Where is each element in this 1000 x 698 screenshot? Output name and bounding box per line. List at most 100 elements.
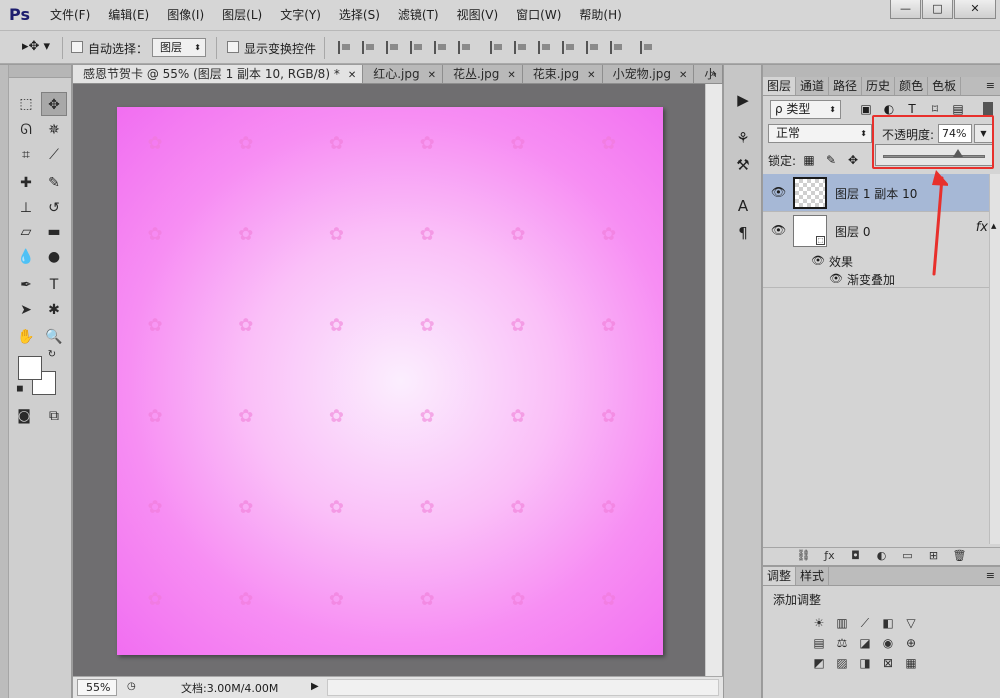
lock-transparency-icon[interactable]: ▦ xyxy=(802,153,816,167)
eraser-tool-icon[interactable]: ▱ xyxy=(13,220,39,244)
doc-tab-greeting-card[interactable]: 感恩节贺卡 @ 55% (图层 1 副本 10, RGB/8) * ✕ xyxy=(73,65,364,83)
align-top-icon[interactable] xyxy=(338,41,353,54)
distribute-right-icon[interactable] xyxy=(610,41,625,54)
opacity-input[interactable]: 74% xyxy=(938,124,972,143)
menu-help[interactable]: 帮助(H) xyxy=(579,0,630,31)
tab-swatches[interactable]: 色板 xyxy=(928,77,962,95)
menu-file[interactable]: 文件(F) xyxy=(50,0,99,31)
move-tool-icon[interactable]: ✥ xyxy=(41,92,67,116)
quick-mask-icon[interactable]: ◙ xyxy=(11,404,37,428)
layer-row[interactable]: 👁 ⬚ 图层 0 fx xyxy=(763,212,1000,250)
visibility-eye-icon[interactable]: 👁 xyxy=(771,186,787,198)
panel-dock-header[interactable] xyxy=(762,65,1000,77)
color-balance-icon[interactable]: ⚖ xyxy=(834,635,850,651)
auto-select-checkbox[interactable] xyxy=(71,41,83,53)
levels-icon[interactable]: ▥ xyxy=(834,615,850,631)
status-info-icon[interactable]: ◷ xyxy=(127,681,136,692)
close-tab-icon[interactable]: ✕ xyxy=(428,70,436,81)
shape-filter-icon[interactable]: ⌑ xyxy=(928,102,942,116)
status-menu-arrow-icon[interactable]: ▶ xyxy=(311,681,319,692)
layer-list-scrollbar[interactable]: ▲ xyxy=(989,174,1000,544)
tab-history[interactable]: 历史 xyxy=(862,77,896,95)
zoom-level-field[interactable]: 55% xyxy=(77,679,117,696)
canvas-area[interactable]: ✿ ✿ ✿ ✿ ✿ ✿ ✿ ✿ ✿ ✿ ✿ ✿ ✿ ✿ ✿ ✿ ✿ ✿ ✿ ✿ ✿ ✿ ✿ ✿ ✿ ✿ ✿ ✿ ✿ ✿ ✿ ✿ ✿ ✿ ✿ ✿ xyxy=(73,84,705,676)
opacity-slider-thumb[interactable] xyxy=(953,149,964,157)
menu-window[interactable]: 窗口(W) xyxy=(516,0,570,31)
menu-edit[interactable]: 编辑(E) xyxy=(108,0,158,31)
close-tab-icon[interactable]: ✕ xyxy=(679,70,687,81)
document-horizontal-scrollbar[interactable] xyxy=(327,679,719,696)
gradient-map-icon[interactable]: ▦ xyxy=(903,655,919,671)
visibility-eye-icon[interactable]: 👁 xyxy=(811,254,825,267)
dodge-tool-icon[interactable]: ● xyxy=(41,245,67,269)
close-button[interactable]: ✕ xyxy=(954,0,996,19)
menu-image[interactable]: 图像(I) xyxy=(167,0,213,31)
history-brush-tool-icon[interactable]: ↺ xyxy=(41,196,67,220)
align-hcenter-icon[interactable] xyxy=(434,41,449,54)
healing-brush-tool-icon[interactable]: ✚ xyxy=(13,171,39,195)
auto-select-target-select[interactable]: 图层 ⬍ xyxy=(152,38,206,57)
blend-mode-select[interactable]: 正常 ⬍ xyxy=(768,124,872,143)
align-left-icon[interactable] xyxy=(410,41,425,54)
tool-presets-icon[interactable]: ⚒ xyxy=(732,154,754,176)
hand-tool-icon[interactable]: ✋ xyxy=(13,325,39,349)
stamp-tool-icon[interactable]: ⊥ xyxy=(13,196,39,220)
pen-tool-icon[interactable]: ✒ xyxy=(13,273,39,297)
tab-color[interactable]: 颜色 xyxy=(895,77,929,95)
layer-name[interactable]: 图层 1 副本 10 xyxy=(835,185,917,202)
threshold-icon[interactable]: ◨ xyxy=(857,655,873,671)
effect-item-row[interactable]: 👁 渐变叠加 xyxy=(763,268,1000,288)
toolbox-header[interactable] xyxy=(9,65,71,78)
effects-row[interactable]: 👁 效果 xyxy=(763,250,1000,269)
new-group-icon[interactable]: ▭ xyxy=(900,548,916,564)
show-transform-checkbox[interactable] xyxy=(227,41,239,53)
distribute-hcenter-icon[interactable] xyxy=(586,41,601,54)
black-white-icon[interactable]: ◪ xyxy=(857,635,873,651)
doc-tab-pet[interactable]: 小宠物.jpg ✕ xyxy=(603,65,695,83)
exposure-icon[interactable]: ◧ xyxy=(880,615,896,631)
doc-tab-heart[interactable]: 红心.jpg ✕ xyxy=(363,65,443,83)
align-right-icon[interactable] xyxy=(458,41,473,54)
close-tab-icon[interactable]: ✕ xyxy=(348,70,356,81)
visibility-eye-icon[interactable]: 👁 xyxy=(829,272,843,285)
tab-adjustments[interactable]: 调整 xyxy=(763,567,797,585)
link-layers-icon[interactable]: ⛓ xyxy=(796,548,812,564)
brush-presets-icon[interactable]: ⚘ xyxy=(732,127,754,149)
lock-pixels-icon[interactable]: ✎ xyxy=(824,153,838,167)
selective-color-icon[interactable]: ⊠ xyxy=(880,655,896,671)
maximize-button[interactable]: □ xyxy=(922,0,953,19)
tab-paths[interactable]: 路径 xyxy=(829,77,863,95)
tab-styles[interactable]: 样式 xyxy=(796,567,830,585)
blur-tool-icon[interactable]: 💧 xyxy=(13,245,39,269)
panel-menu-icon[interactable]: ≡ xyxy=(986,569,995,582)
invert-icon[interactable]: ◩ xyxy=(811,655,827,671)
distribute-top-icon[interactable] xyxy=(490,41,505,54)
auto-align-icon[interactable] xyxy=(640,41,655,54)
channel-mixer-icon[interactable]: ⊕ xyxy=(903,635,919,651)
doc-tab-truncated[interactable]: 小 xyxy=(694,65,723,83)
posterize-icon[interactable]: ▨ xyxy=(834,655,850,671)
scroll-up-arrow-icon[interactable]: ▲ xyxy=(991,222,996,230)
more-tabs-icon[interactable]: » xyxy=(710,65,717,83)
layer-row[interactable]: 👁 图层 1 副本 10 xyxy=(763,174,1000,212)
move-tool-preset-icon[interactable]: ▸✥ ▾ xyxy=(22,39,50,54)
shape-tool-icon[interactable]: ✱ xyxy=(41,298,67,322)
menu-type[interactable]: 文字(Y) xyxy=(280,0,330,31)
tab-layers[interactable]: 图层 xyxy=(763,77,797,95)
eyedropper-tool-icon[interactable]: ⟋ xyxy=(41,143,67,167)
foreground-color-swatch[interactable] xyxy=(18,356,42,380)
menu-select[interactable]: 选择(S) xyxy=(339,0,389,31)
distribute-bottom-icon[interactable] xyxy=(538,41,553,54)
paragraph-panel-icon[interactable]: ¶ xyxy=(732,222,754,244)
hue-saturation-icon[interactable]: ▤ xyxy=(811,635,827,651)
gradient-tool-icon[interactable]: ▬ xyxy=(41,220,67,244)
fx-badge[interactable]: fx xyxy=(976,220,988,235)
close-tab-icon[interactable]: ✕ xyxy=(587,70,595,81)
menu-layer[interactable]: 图层(L) xyxy=(222,0,271,31)
new-adjustment-layer-icon[interactable]: ◐ xyxy=(874,548,890,564)
panel-menu-icon[interactable]: ≡ xyxy=(986,79,995,92)
doc-tab-bouquet[interactable]: 花束.jpg ✕ xyxy=(523,65,603,83)
delete-layer-icon[interactable]: 🗑 xyxy=(952,548,968,564)
swap-colors-icon[interactable]: ↻ xyxy=(45,348,59,362)
zoom-tool-icon[interactable]: 🔍 xyxy=(41,325,67,349)
